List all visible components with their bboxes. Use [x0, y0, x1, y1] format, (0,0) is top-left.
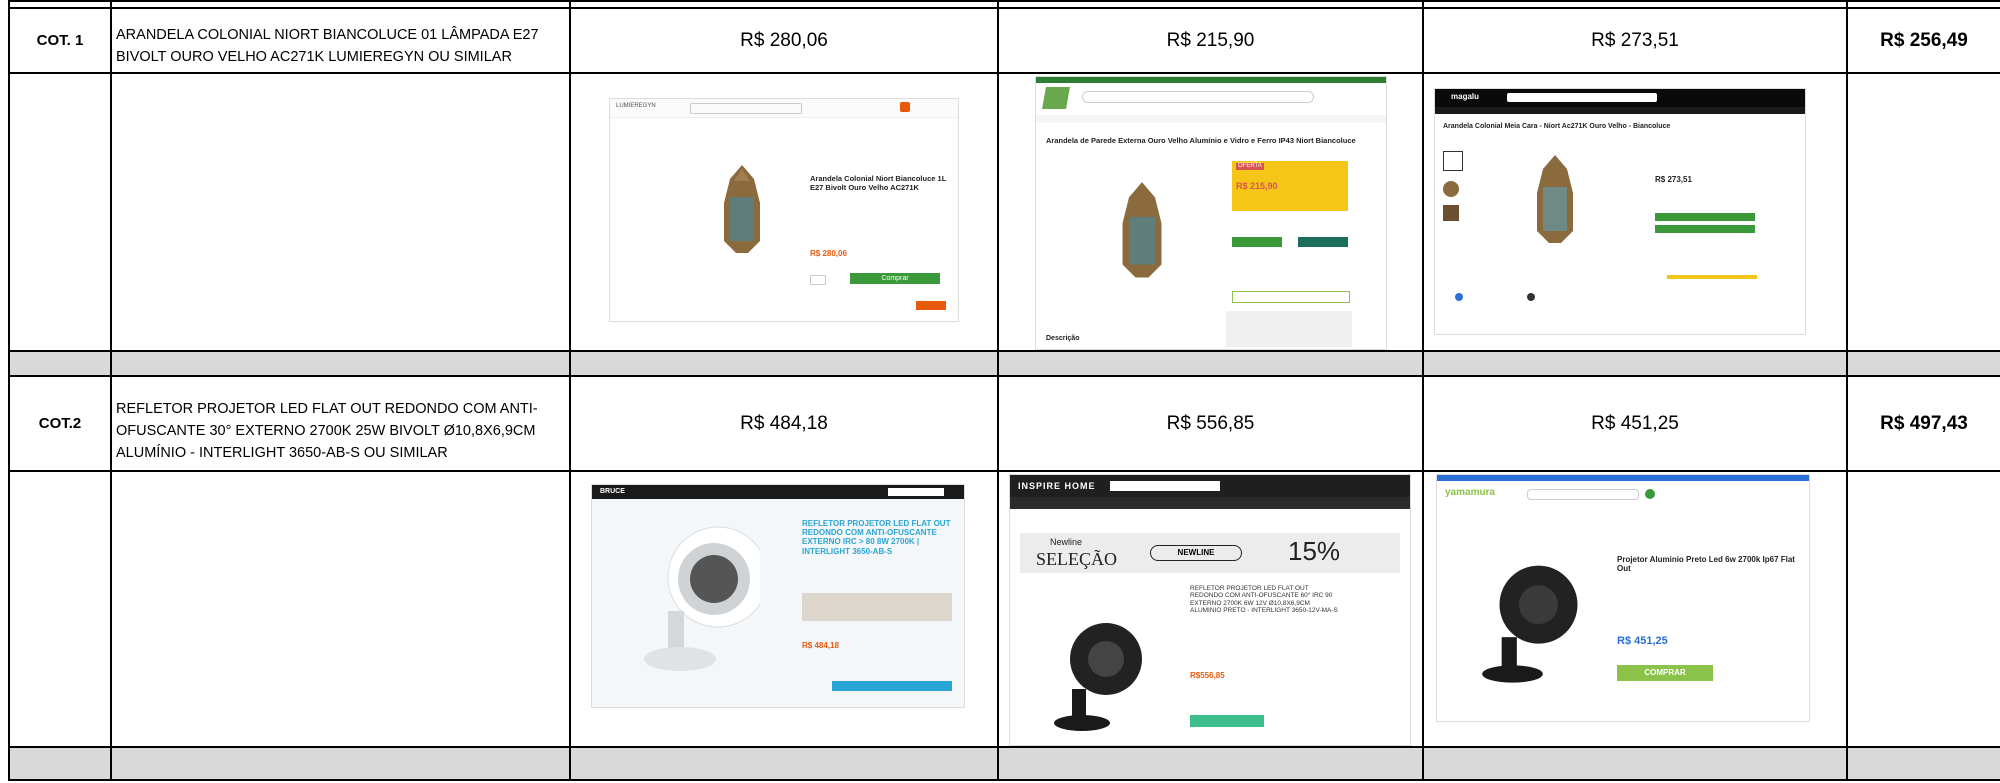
- product-price: R$ 484,18: [802, 641, 839, 650]
- banner-title: SELEÇÃO: [1036, 549, 1117, 569]
- lamp-image: [1531, 153, 1579, 249]
- price-cell: R$ 484,18: [569, 375, 999, 472]
- screenshot-cell: yamamura Projetor Aluminio Preto Led 6w …: [1422, 470, 1848, 748]
- buy-button[interactable]: Comprar: [850, 273, 940, 284]
- table-row: LUMIEREGYN Arandela Colonial Niort Bianc…: [8, 72, 2000, 352]
- price-cell: R$ 273,51: [1422, 7, 1848, 74]
- banner-brand: Newline: [1050, 537, 1083, 547]
- screenshot-cell: Arandela de Parede Externa Ouro Velho Al…: [997, 72, 1424, 352]
- store-screenshot: INSPIRE HOME Newline SELEÇÃO NEWLINE 15%…: [1009, 474, 1411, 746]
- product-title: Projetor Aluminio Preto Led 6w 2700k Ip6…: [1617, 555, 1795, 574]
- quote-code: COT. 1: [8, 7, 112, 74]
- lamp-image: [718, 163, 766, 259]
- product-title: Arandela Colonial Niort Biancoluce 1L E2…: [810, 174, 947, 192]
- product-price: R$ 215,90: [1236, 181, 1278, 191]
- product-title: REFLETOR PROJETOR LED FLAT OUT REDONDO C…: [1190, 585, 1338, 615]
- screenshot-cell: LUMIEREGYN Arandela Colonial Niort Bianc…: [569, 72, 999, 352]
- projector-image: [1477, 557, 1587, 687]
- store-screenshot: yamamura Projetor Aluminio Preto Led 6w …: [1436, 474, 1810, 722]
- quotation-table: COT. 1 ARANDELA COLONIAL NIORT BIANCOLUC…: [8, 0, 2000, 781]
- store-screenshot: Arandela de Parede Externa Ouro Velho Al…: [1035, 76, 1387, 350]
- price-cell: R$ 215,90: [997, 7, 1424, 74]
- price-cell: R$ 451,25: [1422, 375, 1848, 472]
- projector-image: [640, 519, 769, 679]
- store-logo: LUMIEREGYN: [616, 103, 656, 109]
- store-screenshot: LUMIEREGYN Arandela Colonial Niort Bianc…: [609, 98, 959, 322]
- coupon-code: NEWLINE: [1150, 545, 1242, 561]
- store-screenshot: BRUCE REFLETOR PROJETOR LED FLAT OUT RED…: [591, 484, 965, 708]
- price-cell: R$ 280,06: [569, 7, 999, 74]
- screenshot-cell: magalu Arandela Colonial Meia Cara - Nio…: [1422, 72, 1848, 352]
- price-cell: R$ 556,85: [997, 375, 1424, 472]
- product-price: R$ 273,51: [1655, 175, 1692, 184]
- item-description: REFLETOR PROJETOR LED FLAT OUT REDONDO C…: [110, 375, 571, 472]
- table-row: COT. 1 ARANDELA COLONIAL NIORT BIANCOLUC…: [8, 7, 2000, 74]
- product-title: Arandela de Parede Externa Ouro Velho Al…: [1046, 136, 1356, 145]
- average-price-cell: R$ 497,43: [1846, 375, 2000, 472]
- store-logo: BRUCE: [600, 488, 625, 495]
- offer-badge: OFERTA: [1236, 163, 1264, 170]
- section-heading: Descrição: [1046, 335, 1080, 342]
- product-price: R$556,85: [1190, 671, 1225, 680]
- quote-code: COT.2: [8, 375, 112, 472]
- screenshot-cell: BRUCE REFLETOR PROJETOR LED FLAT OUT RED…: [569, 470, 999, 748]
- projector-image: [1050, 615, 1150, 735]
- product-title: Arandela Colonial Meia Cara - Niort Ac27…: [1443, 123, 1671, 130]
- product-price: R$ 451,25: [1617, 635, 1668, 647]
- lamp-image: [1116, 177, 1168, 287]
- store-logo: yamamura: [1445, 487, 1496, 498]
- separator-row: [8, 746, 2000, 781]
- store-logo: magalu: [1451, 92, 1480, 101]
- average-price-cell: R$ 256,49: [1846, 7, 2000, 74]
- discount-label: 15%: [1288, 536, 1341, 566]
- product-title: REFLETOR PROJETOR LED FLAT OUT REDONDO C…: [802, 519, 951, 556]
- store-screenshot: magalu Arandela Colonial Meia Cara - Nio…: [1434, 88, 1806, 335]
- item-description: ARANDELA COLONIAL NIORT BIANCOLUCE 01 LÂ…: [110, 7, 571, 74]
- table-row: BRUCE REFLETOR PROJETOR LED FLAT OUT RED…: [8, 470, 2000, 748]
- separator-row: [8, 350, 2000, 377]
- table-row: COT.2 REFLETOR PROJETOR LED FLAT OUT RED…: [8, 375, 2000, 472]
- buy-button[interactable]: COMPRAR: [1617, 665, 1713, 681]
- screenshot-cell: INSPIRE HOME Newline SELEÇÃO NEWLINE 15%…: [997, 470, 1424, 748]
- store-logo: INSPIRE HOME: [1018, 481, 1096, 491]
- product-price: R$ 280,06: [810, 249, 847, 258]
